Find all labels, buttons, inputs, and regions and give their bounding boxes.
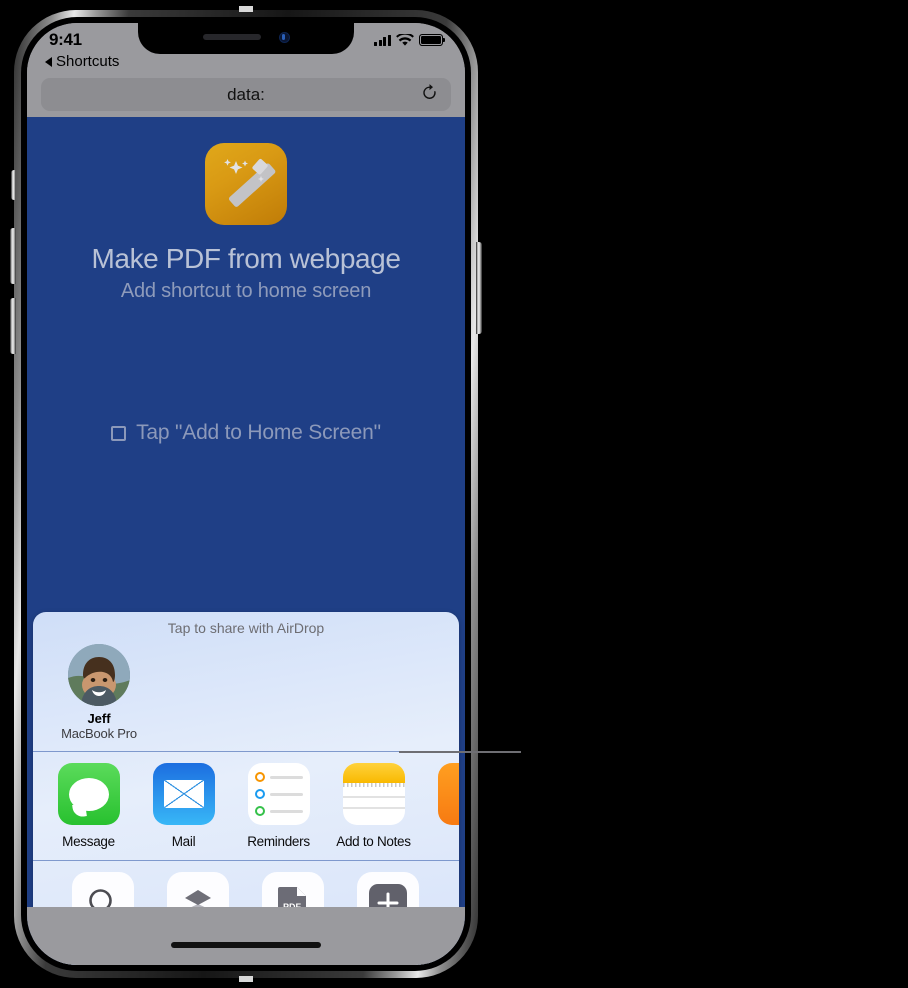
share-target-label: Add to Notes (336, 834, 411, 850)
browser-bottom-bar (27, 907, 465, 965)
triangle-left-icon (45, 56, 52, 67)
page-title: Make PDF from webpage (91, 243, 401, 274)
share-square-icon (111, 425, 127, 441)
airdrop-title: Tap to share with AirDrop (167, 620, 325, 637)
cellular-bars-icon (374, 34, 391, 46)
share-target-message[interactable]: Message (41, 763, 136, 850)
magic-wand-icon (205, 143, 287, 225)
notes-icon (342, 763, 405, 826)
share-target-notes[interactable]: Add to Notes (326, 763, 421, 850)
front-camera-icon (278, 31, 290, 43)
wifi-icon (396, 33, 414, 46)
volume-down-button[interactable] (10, 298, 16, 354)
callout-leader-line (399, 751, 521, 753)
antenna-band-top (239, 6, 253, 12)
share-apps-row[interactable]: Message Mail Reminders Add to Notes (33, 752, 459, 860)
share-target-label: Mail (171, 834, 196, 850)
contact-name: Jeff (87, 711, 111, 727)
partial-orange-app-icon (437, 763, 459, 826)
share-target-mail[interactable]: Mail (136, 763, 231, 850)
share-target-label: S (421, 834, 459, 850)
share-target-partial[interactable]: S (421, 763, 459, 850)
webpage-content: Make PDF from webpage Add shortcut to ho… (27, 117, 465, 965)
page-hint: Tap "Add to Home Screen" (27, 421, 465, 445)
earpiece-speaker-icon (202, 34, 261, 40)
sheet-divider (33, 751, 459, 753)
sheet-divider (33, 859, 459, 861)
contact-photo-avatar (68, 644, 130, 707)
back-link-label: Shortcuts (56, 53, 120, 70)
airdrop-section: Tap to share with AirDrop Jeff MacBook P… (33, 612, 459, 751)
status-bar-indicators (374, 33, 446, 47)
battery-full-icon (419, 34, 446, 46)
mute-switch[interactable] (11, 170, 16, 200)
back-to-app-link[interactable]: Shortcuts (27, 53, 465, 73)
device-bezel: 9:41 Shortcuts data: Make PDF from webpa… (21, 17, 471, 971)
notch (138, 23, 354, 54)
page-hint-label: Tap "Add to Home Screen" (136, 421, 381, 444)
iphone-device-frame: 9:41 Shortcuts data: Make PDF from webpa… (10, 6, 482, 982)
share-target-label: Message (62, 834, 115, 850)
address-bar[interactable]: data: (41, 78, 451, 111)
messages-icon (57, 763, 120, 826)
contact-device: MacBook Pro (61, 726, 137, 742)
volume-up-button[interactable] (10, 228, 16, 284)
page-subtitle: Add shortcut to home screen (120, 280, 372, 302)
reload-icon[interactable] (420, 83, 439, 107)
status-bar-time: 9:41 (49, 30, 82, 49)
airdrop-contact[interactable]: Jeff MacBook Pro (53, 644, 145, 741)
reminders-icon (247, 763, 310, 826)
share-target-label: Reminders (247, 834, 310, 850)
power-button[interactable] (476, 242, 482, 334)
hero-section: Make PDF from webpage Add shortcut to ho… (27, 117, 465, 445)
url-text: data: (227, 84, 265, 104)
browser-toolbar: data: (27, 73, 465, 117)
antenna-band-bottom (239, 976, 253, 982)
home-indicator[interactable] (171, 942, 321, 948)
device-screen: 9:41 Shortcuts data: Make PDF from webpa… (27, 23, 465, 965)
share-target-reminders[interactable]: Reminders (231, 763, 326, 850)
mail-icon (152, 763, 215, 826)
